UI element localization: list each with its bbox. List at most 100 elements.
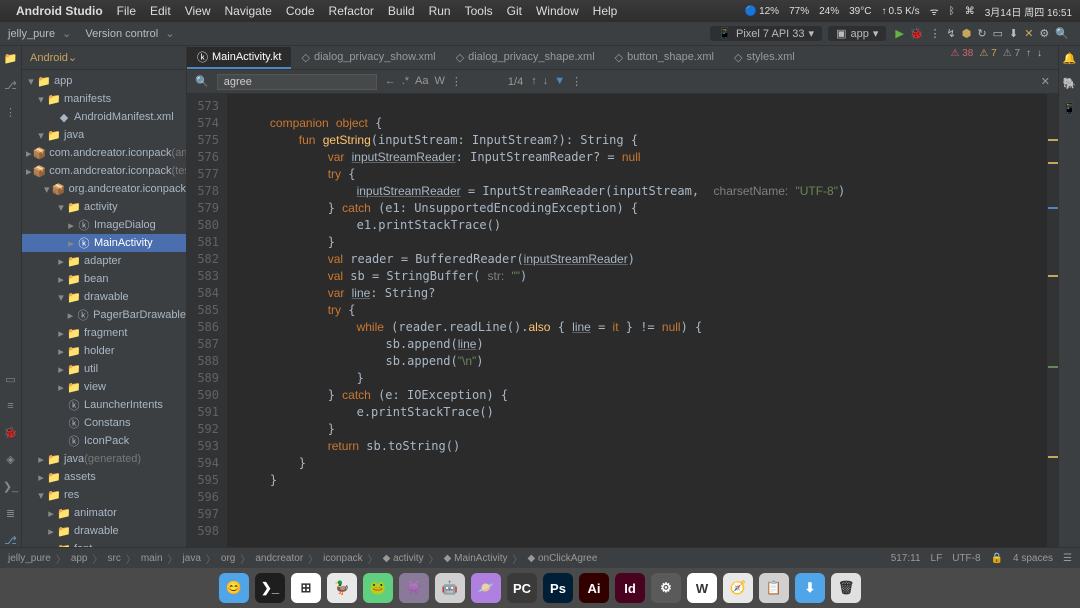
tree-constans[interactable]: ⓚConstans [22, 414, 186, 432]
case-icon[interactable]: Aa [415, 75, 428, 88]
bc-main[interactable]: main [141, 553, 163, 564]
bc-onClickAgree[interactable]: ◆ onClickAgree [527, 553, 597, 564]
search-button[interactable]: 🔍 [1055, 27, 1069, 40]
inspection-summary[interactable]: ⚠ 38 ⚠ 7 ⚠ 7 ↑↓ [951, 48, 1043, 59]
tree-iconpack[interactable]: ⓚIconPack [22, 432, 186, 450]
bc-org[interactable]: org [221, 553, 235, 564]
tree-org-andcreator-iconpack[interactable]: ▾📦org.andcreator.iconpack [22, 180, 186, 198]
tree-fragment[interactable]: ▸📁fragment [22, 324, 186, 342]
project-selector[interactable]: jelly_pure ⌄ [8, 27, 75, 40]
tree-holder[interactable]: ▸📁holder [22, 342, 186, 360]
dock-app-8[interactable]: PC [507, 573, 537, 603]
tree-java[interactable]: ▸📁java (generated) [22, 450, 186, 468]
dock-app-4[interactable]: 🐸 [363, 573, 393, 603]
tree-adapter[interactable]: ▸📁adapter [22, 252, 186, 270]
tree-mainactivity[interactable]: ▸ⓚMainActivity [22, 234, 186, 252]
tree-com-andcreator-iconpack[interactable]: ▸📦com.andcreator.iconpack (test [22, 162, 186, 180]
settings-button[interactable]: ⚙ [1039, 27, 1049, 40]
tree-app[interactable]: ▾📁app [22, 72, 186, 90]
tree-manifests[interactable]: ▾📁manifests [22, 90, 186, 108]
tree-java[interactable]: ▾📁java [22, 126, 186, 144]
build-button[interactable]: ⬢ [962, 27, 972, 40]
control-center-icon[interactable]: ⌘ [965, 6, 975, 17]
menu-window[interactable]: Window [536, 4, 579, 18]
dock-app-15[interactable]: 📋 [759, 573, 789, 603]
bc-andcreator[interactable]: andcreator [255, 553, 303, 564]
dock-app-5[interactable]: 👾 [399, 573, 429, 603]
tree-com-andcreator-iconpack[interactable]: ▸📦com.andcreator.iconpack (andr [22, 144, 186, 162]
dock-app-16[interactable]: ⬇ [795, 573, 825, 603]
tab-dialog_privacy_shape-xml[interactable]: ◇dialog_privacy_shape.xml [446, 47, 605, 69]
dock-app-14[interactable]: 🧭 [723, 573, 753, 603]
menu-run[interactable]: Run [429, 4, 451, 18]
tree-assets[interactable]: ▸📁assets [22, 468, 186, 486]
menu-build[interactable]: Build [388, 4, 415, 18]
dock-app-9[interactable]: Ps [543, 573, 573, 603]
dock-app-17[interactable]: 🗑 [831, 573, 861, 603]
tree-view[interactable]: ▸📁view [22, 378, 186, 396]
structure-tool-icon[interactable]: ⋮ [5, 106, 16, 119]
code-editor[interactable]: companion object { fun getString(inputSt… [227, 94, 1046, 547]
tools-button[interactable]: ✕ [1024, 27, 1033, 40]
tree-animator[interactable]: ▸📁animator [22, 504, 186, 522]
tab-button_shape-xml[interactable]: ◇button_shape.xml [605, 47, 724, 69]
menu-help[interactable]: Help [593, 4, 618, 18]
tree-res[interactable]: ▾📁res [22, 486, 186, 504]
sidebar-header[interactable]: Android ⌄ [22, 46, 186, 70]
commit-tool-icon[interactable]: ⎇ [4, 79, 17, 92]
dock-app-13[interactable]: W [687, 573, 717, 603]
dock-app-12[interactable]: ⚙ [651, 573, 681, 603]
bc-java[interactable]: java [183, 553, 201, 564]
notifications-icon[interactable]: 🔔 [1063, 52, 1077, 65]
regex-icon[interactable]: .* [402, 75, 409, 88]
bluetooth-icon[interactable]: ᛒ [949, 6, 955, 17]
dock-app-6[interactable]: 🤖 [435, 573, 465, 603]
menu-file[interactable]: File [117, 4, 136, 18]
down-icon[interactable]: ↓ [543, 75, 549, 88]
caret-position[interactable]: 517:11 [891, 553, 921, 564]
line-ending[interactable]: LF [931, 553, 943, 564]
attach-button[interactable]: ↯ [947, 27, 956, 40]
menu-refactor[interactable]: Refactor [329, 4, 374, 18]
dock-app-1[interactable]: ❯_ [255, 573, 285, 603]
tab-styles-xml[interactable]: ◇styles.xml [724, 47, 805, 69]
bc-MainActivity[interactable]: ◆ MainActivity [444, 553, 508, 564]
menu-tools[interactable]: Tools [465, 4, 493, 18]
bookmarks-tool-icon[interactable]: ▭ [5, 373, 15, 386]
readonly-icon[interactable]: 🔒 [991, 553, 1003, 564]
menu-navigate[interactable]: Navigate [224, 4, 271, 18]
sdk-button[interactable]: ⬇ [1009, 27, 1018, 40]
indent[interactable]: 4 spaces [1013, 553, 1053, 564]
logcat-tool-icon[interactable]: ≣ [6, 507, 15, 520]
tree-androidmanifest-xml[interactable]: ◆AndroidManifest.xml [22, 108, 186, 126]
dock-app-3[interactable]: 🦆 [327, 573, 357, 603]
filter-icon[interactable]: ▼ [554, 75, 565, 88]
app-name[interactable]: Android Studio [16, 4, 103, 18]
dock-app-11[interactable]: Id [615, 573, 645, 603]
more-icon[interactable]: ⋮ [930, 27, 941, 40]
tree-launcherintents[interactable]: ⓚLauncherIntents [22, 396, 186, 414]
menu-view[interactable]: View [185, 4, 211, 18]
run-config-selector[interactable]: ▣ app ▾ [828, 26, 886, 41]
error-stripe[interactable] [1046, 94, 1058, 547]
dock-app-7[interactable]: 🪐 [471, 573, 501, 603]
bc-activity[interactable]: ◆ activity [383, 553, 424, 564]
tree-bean[interactable]: ▸📁bean [22, 270, 186, 288]
up-icon[interactable]: ↑ [531, 75, 537, 88]
dock-app-10[interactable]: Ai [579, 573, 609, 603]
wifi-icon[interactable]: ᯤ [930, 4, 939, 18]
bc-src[interactable]: src [108, 553, 121, 564]
words-icon[interactable]: W [435, 75, 445, 88]
bc-iconpack[interactable]: iconpack [323, 553, 362, 564]
avd-button[interactable]: ▭ [993, 27, 1003, 40]
more-find-icon[interactable]: ⋮ [451, 75, 462, 88]
minimap[interactable] [1022, 142, 1046, 547]
project-tree[interactable]: ▾📁app▾📁manifests◆AndroidManifest.xml▾📁ja… [22, 70, 186, 547]
tab-mainactivity-kt[interactable]: ⓚMainActivity.kt [187, 47, 291, 69]
sync-button[interactable]: ↻ [977, 27, 986, 40]
bc-jelly_pure[interactable]: jelly_pure [8, 553, 51, 564]
run-button[interactable]: ▶ [895, 27, 903, 40]
gradle-icon[interactable]: 🐘 [1063, 77, 1077, 90]
profiler-tool-icon[interactable]: ◈ [6, 453, 14, 466]
menu-git[interactable]: Git [507, 4, 522, 18]
